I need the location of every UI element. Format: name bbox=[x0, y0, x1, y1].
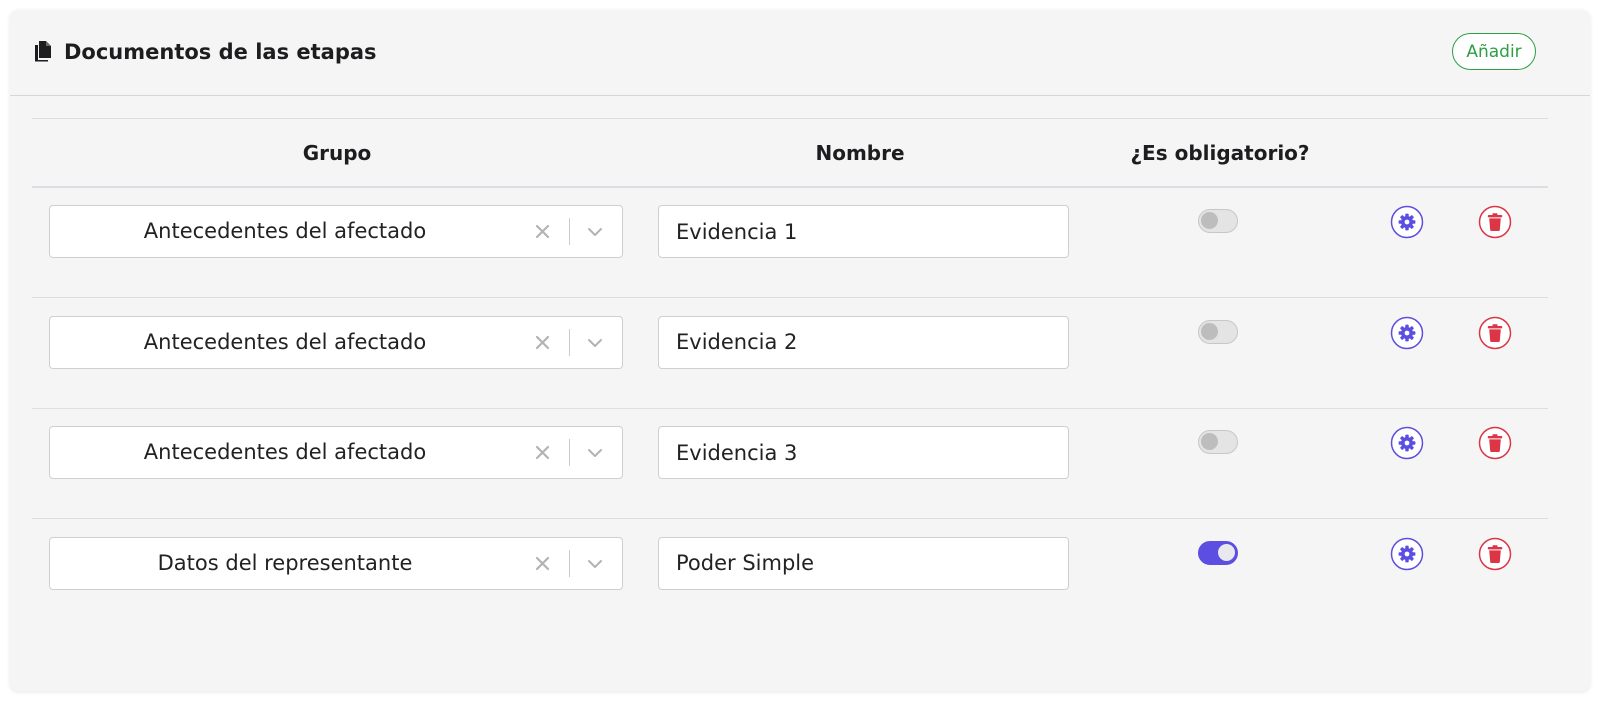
chevron-down-icon[interactable] bbox=[585, 223, 605, 241]
group-select[interactable]: Antecedentes del afectado bbox=[49, 315, 623, 369]
toggle-knob bbox=[1201, 322, 1218, 340]
document-name-input[interactable] bbox=[658, 205, 1069, 258]
toggle-knob bbox=[1201, 212, 1218, 229]
select-separator bbox=[569, 218, 570, 245]
select-separator bbox=[569, 328, 570, 356]
panel-header: Documentos de las etapas Añadir bbox=[10, 10, 1590, 96]
column-header-required: ¿Es obligatorio? bbox=[1130, 141, 1310, 165]
document-name-input[interactable] bbox=[658, 426, 1069, 479]
group-select[interactable]: Antecedentes del afectado bbox=[49, 426, 623, 479]
clear-icon[interactable] bbox=[533, 333, 552, 352]
required-toggle[interactable] bbox=[1198, 209, 1238, 233]
document-name-input[interactable] bbox=[658, 536, 1069, 590]
group-select[interactable]: Antecedentes del afectado bbox=[49, 205, 623, 258]
toggle-knob bbox=[1201, 433, 1218, 450]
gear-icon[interactable] bbox=[1390, 426, 1424, 460]
column-header-name: Nombre bbox=[815, 141, 905, 165]
gear-icon[interactable] bbox=[1390, 537, 1424, 571]
clear-icon[interactable] bbox=[533, 443, 552, 462]
table-divider bbox=[32, 118, 1548, 119]
column-header-group: Grupo bbox=[302, 141, 372, 165]
document-name-input[interactable] bbox=[658, 315, 1069, 369]
required-toggle[interactable] bbox=[1198, 319, 1238, 344]
trash-icon[interactable] bbox=[1478, 205, 1512, 239]
add-button[interactable]: Añadir bbox=[1452, 33, 1536, 70]
table-row: Antecedentes del afectado bbox=[32, 409, 1548, 519]
table-row: Antecedentes del afectado bbox=[32, 188, 1548, 298]
trash-icon[interactable] bbox=[1478, 426, 1512, 460]
group-select-value: Antecedentes del afectado bbox=[143, 440, 427, 464]
required-toggle[interactable] bbox=[1198, 540, 1238, 565]
panel-title: Documentos de las etapas bbox=[64, 40, 377, 64]
gear-icon[interactable] bbox=[1390, 316, 1424, 350]
group-select-value: Datos del representante bbox=[157, 550, 413, 575]
select-separator bbox=[569, 439, 570, 466]
trash-icon[interactable] bbox=[1478, 537, 1512, 571]
table-row: Datos del representante bbox=[32, 520, 1548, 630]
documents-icon bbox=[35, 41, 51, 62]
chevron-down-icon[interactable] bbox=[585, 334, 605, 352]
chevron-down-icon[interactable] bbox=[585, 444, 605, 462]
toggle-knob bbox=[1218, 543, 1235, 561]
select-separator bbox=[569, 549, 570, 577]
trash-icon[interactable] bbox=[1478, 316, 1512, 350]
group-select-value: Antecedentes del afectado bbox=[143, 219, 427, 243]
documents-panel: Documentos de las etapas Añadir Grupo No… bbox=[10, 10, 1590, 691]
gear-icon[interactable] bbox=[1390, 205, 1424, 239]
clear-icon[interactable] bbox=[533, 554, 552, 573]
table-row: Antecedentes del afectado bbox=[32, 299, 1548, 409]
chevron-down-icon[interactable] bbox=[585, 555, 605, 573]
clear-icon[interactable] bbox=[533, 222, 552, 241]
group-select[interactable]: Datos del representante bbox=[49, 536, 623, 590]
required-toggle[interactable] bbox=[1198, 430, 1238, 454]
group-select-value: Antecedentes del afectado bbox=[143, 329, 427, 354]
